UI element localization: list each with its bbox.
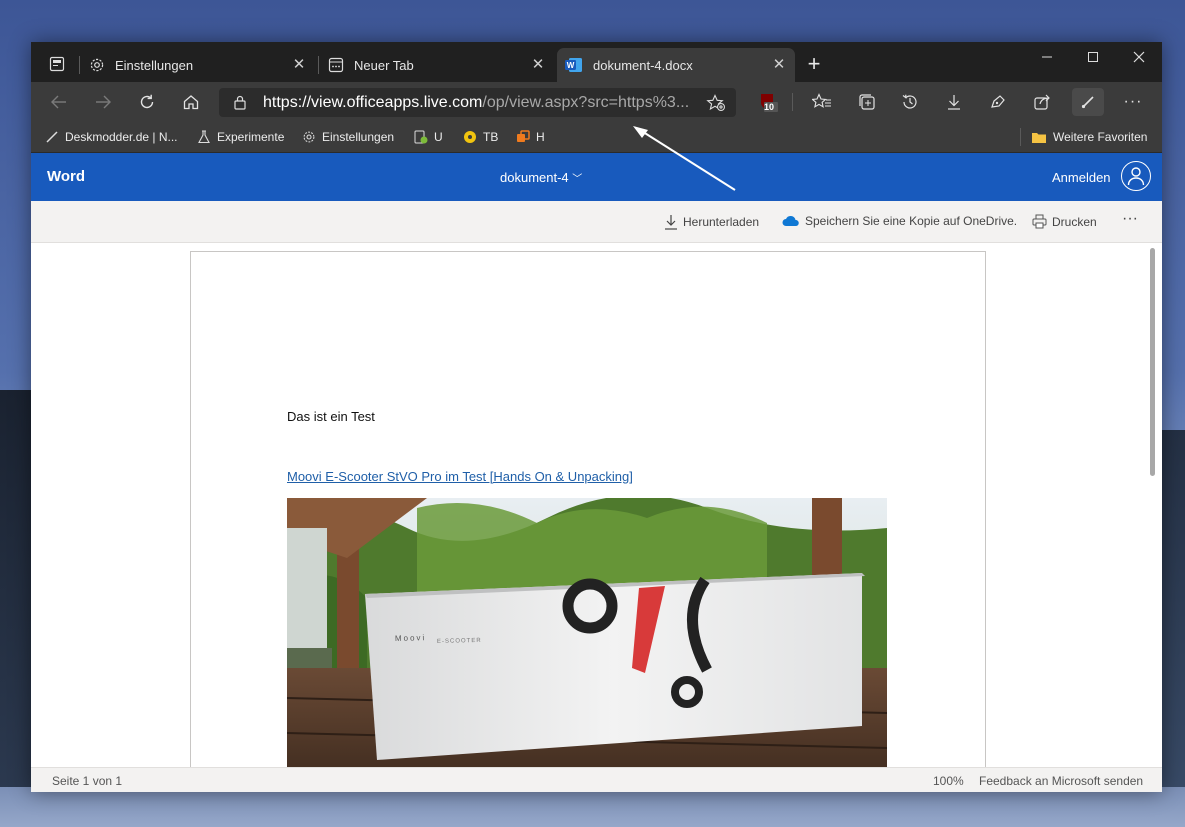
new-tab-button[interactable]: + [798,50,830,78]
favorite-label: Einstellungen [322,130,395,144]
tab-label: dokument-4.docx [593,57,693,73]
minimize-icon[interactable] [1024,42,1070,72]
sign-in-link[interactable]: Anmelden [1052,170,1111,185]
chevron-down-icon: ﹀ [572,174,583,185]
toolbar-separator [792,93,793,111]
document-canvas: Das ist ein Test Moovi E-Scooter StVO Pr… [31,243,1162,767]
flask-icon [197,130,211,144]
maximize-icon[interactable] [1070,42,1116,72]
collections-icon[interactable] [851,88,883,116]
close-tab-icon[interactable]: ✕ [291,57,307,73]
refresh-icon[interactable] [131,88,163,116]
avatar[interactable] [1121,161,1151,191]
add-favorite-icon[interactable] [706,94,726,112]
document-paragraph: Das ist ein Test [287,409,375,424]
favorite-item[interactable]: U [414,128,443,146]
image-sub-text: E-SCOOTER [437,638,482,645]
document-title-text: dokument-4 [500,170,569,185]
favorite-item[interactable]: Experimente [197,128,284,146]
tab-settings[interactable]: Einstellungen ✕ [83,48,315,82]
favorite-label: Experimente [217,130,285,144]
command-bar: Herunterladen Speichern Sie eine Kopie a… [31,201,1162,243]
coin-icon [463,130,477,144]
favorite-label: U [434,130,443,144]
printer-icon [1032,214,1047,229]
desktop-wallpaper-right [1162,430,1185,827]
vertical-scrollbar[interactable] [1150,248,1155,476]
favorite-item[interactable]: Deskmodder.de | N... [45,128,178,146]
app-icon [414,130,428,144]
document-title[interactable]: dokument-4 ﹀ [500,170,582,185]
tab-label: Neuer Tab [354,57,414,73]
more-options-icon[interactable]: ··· [1122,210,1138,228]
document-page: Das ist ein Test Moovi E-Scooter StVO Pr… [190,251,986,767]
tab-dokument[interactable]: W dokument-4.docx ✕ [557,48,795,82]
history-icon[interactable] [894,88,926,116]
forward-icon[interactable] [87,88,119,116]
status-bar: Seite 1 von 1 100% Feedback an Microsoft… [31,767,1162,792]
download-icon[interactable] [938,88,970,116]
favorite-label: TB [483,130,499,144]
image-brand-text: Moovi [395,633,427,643]
download-label: Herunterladen [683,215,760,229]
download-button[interactable]: Herunterladen [664,214,759,230]
url-host: https://view.officeapps.live.com [263,94,483,111]
url-text[interactable]: https://view.officeapps.live.com/op/view… [263,94,689,112]
favorite-label: Deskmodder.de | N... [65,130,178,144]
back-icon[interactable] [43,88,75,116]
gear-icon [89,57,105,73]
more-menu-icon[interactable]: ··· [1117,88,1149,116]
share-icon[interactable] [1026,88,1058,116]
brush-extension-icon[interactable] [1072,88,1104,116]
extension-badge: 10 [764,102,775,112]
tab-separator [318,56,319,74]
close-tab-icon[interactable]: ✕ [530,57,546,73]
onedrive-cloud-icon [782,215,800,227]
close-tab-icon[interactable]: ✕ [771,57,787,73]
favorites-separator [1020,128,1021,146]
zoom-level[interactable]: 100% [933,774,964,788]
favorite-label: H [536,130,545,144]
favorites-bar: Deskmodder.de | N... Experimente Einstel… [31,122,1162,153]
tab-label: Einstellungen [115,57,194,73]
svg-text:W: W [567,61,575,70]
web-capture-icon[interactable] [982,88,1014,116]
close-window-icon[interactable] [1116,42,1162,72]
print-label: Drucken [1052,214,1097,229]
tab-strip: Einstellungen ✕ Neuer Tab ✕ W dokument-4… [31,42,1162,82]
extension-ublock-icon[interactable]: 10 [752,88,784,116]
download-icon [664,214,678,230]
word-header: Word dokument-4 ﹀ Anmelden [31,153,1162,201]
folder-icon [1031,130,1047,144]
other-favorites-label: Weitere Favoriten [1053,130,1148,144]
brush-icon [45,130,59,144]
document-image: Moovi E-SCOOTER [287,498,887,767]
save-copy-label: Speichern Sie eine Kopie auf OneDrive. [805,214,1018,228]
page-count: Seite 1 von 1 [52,774,123,788]
tab-actions-icon[interactable] [41,50,73,78]
tab-new-tab[interactable]: Neuer Tab ✕ [322,48,554,82]
favorite-item[interactable]: H [516,128,545,146]
desktop-wallpaper-bottom [0,787,1185,827]
lock-icon[interactable] [233,95,247,110]
print-button[interactable]: Drucken [1032,214,1097,229]
other-favorites-folder[interactable]: Weitere Favoriten [1031,128,1147,146]
favorite-item[interactable]: Einstellungen [302,128,394,146]
home-icon[interactable] [175,88,207,116]
favorite-item[interactable]: TB [463,128,498,146]
feedback-link[interactable]: Feedback an Microsoft senden [979,774,1143,788]
url-path: /op/view.aspx?src=https%3... [482,94,690,111]
tab-separator [79,56,80,74]
save-copy-onedrive-button[interactable]: Speichern Sie eine Kopie auf OneDrive. [782,214,1017,228]
new-tab-icon [328,57,344,73]
word-icon: W [565,57,583,73]
orange-app-icon [516,130,530,144]
document-hyperlink[interactable]: Moovi E-Scooter StVO Pro im Test [Hands … [287,469,633,484]
app-name[interactable]: Word [47,168,85,185]
browser-window: Einstellungen ✕ Neuer Tab ✕ W dokument-4… [31,42,1162,792]
favorites-icon[interactable] [806,88,838,116]
browser-toolbar: https://view.officeapps.live.com/op/view… [31,82,1162,122]
address-bar[interactable]: https://view.officeapps.live.com/op/view… [219,88,736,117]
gear-icon [302,130,316,144]
